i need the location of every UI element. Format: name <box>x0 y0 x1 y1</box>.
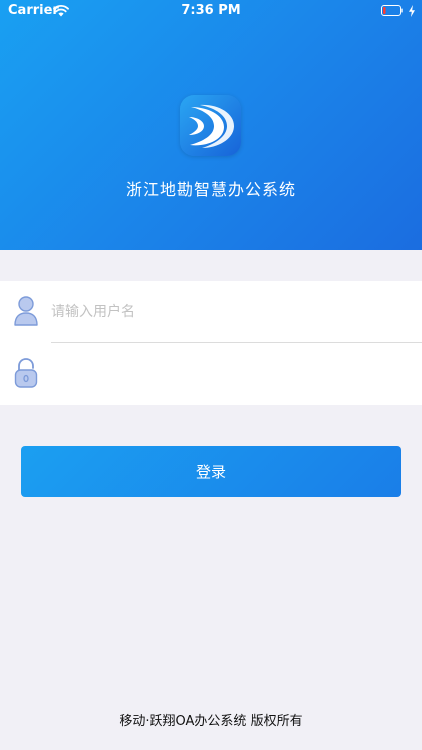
status-time: 7:36 PM <box>181 3 241 18</box>
footer-copyright: 移动·跃翔OA办公系统 版权所有 <box>119 714 303 729</box>
lock-icon <box>14 358 38 388</box>
charging-icon <box>409 5 415 17</box>
app-logo-icon <box>180 95 241 156</box>
password-input[interactable] <box>51 359 406 389</box>
battery-icon <box>381 5 403 16</box>
user-icon <box>14 296 38 326</box>
app-title: 浙江地勘智慧办公系统 <box>125 180 296 199</box>
username-row <box>0 281 422 343</box>
login-form <box>0 281 422 405</box>
app-logo-mark <box>180 95 241 156</box>
password-row <box>0 343 422 405</box>
header-banner: Carrier 7:36 PM 浙江地勘智慧办公系统 <box>0 0 422 250</box>
login-button[interactable]: 登录 <box>21 446 401 497</box>
status-bar: Carrier 7:36 PM <box>0 0 422 22</box>
username-input[interactable] <box>51 297 406 327</box>
